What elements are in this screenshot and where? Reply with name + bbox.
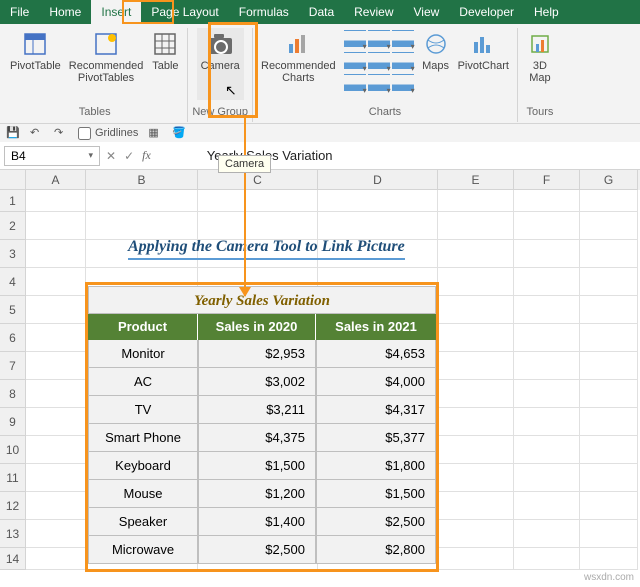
col-header-a[interactable]: A bbox=[26, 170, 86, 190]
menu-bar: File Home Insert Page Layout Formulas Da… bbox=[0, 0, 640, 24]
row-headers: 1 2 3 4 5 6 7 8 9 10 11 12 13 14 bbox=[0, 190, 26, 570]
row-header[interactable]: 12 bbox=[0, 492, 26, 520]
ribbon-group-new: Camera New Group bbox=[188, 28, 253, 122]
row-header[interactable]: 1 bbox=[0, 190, 26, 212]
row-header[interactable]: 5 bbox=[0, 296, 26, 324]
scatter-chart-button[interactable] bbox=[392, 52, 414, 70]
treemap-chart-button[interactable] bbox=[344, 52, 366, 70]
save-icon[interactable]: 💾 bbox=[6, 126, 20, 140]
pivot-chart-button[interactable]: PivotChart bbox=[454, 28, 513, 100]
callout-connector bbox=[244, 118, 246, 296]
recommended-charts-button[interactable]: Recommended Charts bbox=[257, 28, 340, 100]
row-header[interactable]: 13 bbox=[0, 520, 26, 548]
redo-icon[interactable]: ↷ bbox=[54, 126, 68, 140]
row-header[interactable]: 8 bbox=[0, 380, 26, 408]
3d-map-button[interactable]: 3D Map bbox=[522, 28, 558, 100]
column-chart-button[interactable] bbox=[344, 30, 366, 48]
row-header[interactable]: 11 bbox=[0, 464, 26, 492]
row-header[interactable]: 14 bbox=[0, 548, 26, 570]
undo-icon[interactable]: ↶ bbox=[30, 126, 44, 140]
hist-chart-button[interactable] bbox=[368, 52, 390, 70]
row-header[interactable]: 2 bbox=[0, 212, 26, 240]
column-headers: A B C D E F G bbox=[0, 170, 640, 190]
col-header-c[interactable]: C bbox=[198, 170, 318, 190]
menu-review[interactable]: Review bbox=[344, 0, 403, 24]
recommended-charts-icon bbox=[284, 30, 312, 58]
recommended-pivot-icon bbox=[92, 30, 120, 58]
fx-icon[interactable]: fx bbox=[142, 148, 151, 163]
watermark: wsxdn.com bbox=[584, 572, 634, 583]
enter-icon[interactable]: ✓ bbox=[124, 149, 134, 163]
borders-icon[interactable]: ▦ bbox=[148, 126, 162, 140]
chart-gallery bbox=[340, 28, 418, 96]
select-all-corner[interactable] bbox=[0, 170, 26, 190]
col-header-e[interactable]: E bbox=[438, 170, 514, 190]
maps-icon bbox=[422, 30, 450, 58]
pie-chart-button[interactable] bbox=[392, 30, 414, 48]
pivot-chart-icon bbox=[469, 30, 497, 58]
ribbon-group-tables: PivotTable Recommended PivotTables Table… bbox=[2, 28, 188, 122]
menu-view[interactable]: View bbox=[404, 0, 450, 24]
line-chart-button[interactable] bbox=[368, 30, 390, 48]
col-header-g[interactable]: G bbox=[580, 170, 638, 190]
menu-file[interactable]: File bbox=[0, 0, 39, 24]
row-header[interactable]: 9 bbox=[0, 408, 26, 436]
worksheet-grid[interactable]: A B C D E F G 1 2 3 4 5 6 7 8 9 10 11 12… bbox=[0, 170, 640, 587]
page-title: Applying the Camera Tool to Link Picture bbox=[128, 238, 405, 260]
camera-icon bbox=[206, 30, 234, 58]
menu-data[interactable]: Data bbox=[299, 0, 344, 24]
menu-home[interactable]: Home bbox=[39, 0, 91, 24]
waterfall-chart-button[interactable] bbox=[392, 74, 414, 92]
camera-tooltip: Camera bbox=[218, 155, 271, 173]
name-box[interactable]: B4 bbox=[4, 146, 100, 166]
cancel-icon[interactable]: ✕ bbox=[106, 149, 116, 163]
menu-developer[interactable]: Developer bbox=[449, 0, 524, 24]
ribbon-group-tours: 3D Map Tours bbox=[518, 28, 562, 122]
formula-controls: ✕ ✓ fx bbox=[106, 148, 151, 163]
col-header-d[interactable]: D bbox=[318, 170, 438, 190]
fill-color-icon[interactable]: 🪣 bbox=[172, 126, 186, 140]
formula-bar: B4 ✕ ✓ fx Yearly Sales Variation bbox=[0, 142, 640, 170]
row-header[interactable]: 10 bbox=[0, 436, 26, 464]
gridlines-toggle[interactable]: Gridlines bbox=[78, 127, 138, 140]
menu-help[interactable]: Help bbox=[524, 0, 569, 24]
ribbon: PivotTable Recommended PivotTables Table… bbox=[0, 24, 640, 124]
menu-insert[interactable]: Insert bbox=[91, 0, 141, 24]
row-header[interactable]: 4 bbox=[0, 268, 26, 296]
maps-button[interactable]: Maps bbox=[418, 28, 454, 100]
col-header-f[interactable]: F bbox=[514, 170, 580, 190]
mouse-cursor-icon: ↖ bbox=[225, 82, 237, 99]
table-button[interactable]: Table bbox=[147, 28, 183, 100]
row-header[interactable]: 3 bbox=[0, 240, 26, 268]
menu-formulas[interactable]: Formulas bbox=[229, 0, 299, 24]
ribbon-group-charts: Recommended Charts Maps PivotChart bbox=[253, 28, 518, 122]
recommended-pivot-button[interactable]: Recommended PivotTables bbox=[65, 28, 148, 100]
gridlines-checkbox[interactable] bbox=[78, 127, 91, 140]
selection-border bbox=[85, 282, 439, 572]
combo-chart-button[interactable] bbox=[368, 74, 390, 92]
col-header-b[interactable]: B bbox=[86, 170, 198, 190]
row-header[interactable]: 7 bbox=[0, 352, 26, 380]
row-header[interactable]: 6 bbox=[0, 324, 26, 352]
pivot-table-icon bbox=[21, 30, 49, 58]
surface-chart-button[interactable] bbox=[344, 74, 366, 92]
menu-page-layout[interactable]: Page Layout bbox=[141, 0, 228, 24]
quick-access-row: 💾 ↶ ↷ Gridlines ▦ 🪣 bbox=[0, 124, 640, 142]
3d-map-icon bbox=[526, 30, 554, 58]
pivot-table-button[interactable]: PivotTable bbox=[6, 28, 65, 100]
table-icon bbox=[151, 30, 179, 58]
